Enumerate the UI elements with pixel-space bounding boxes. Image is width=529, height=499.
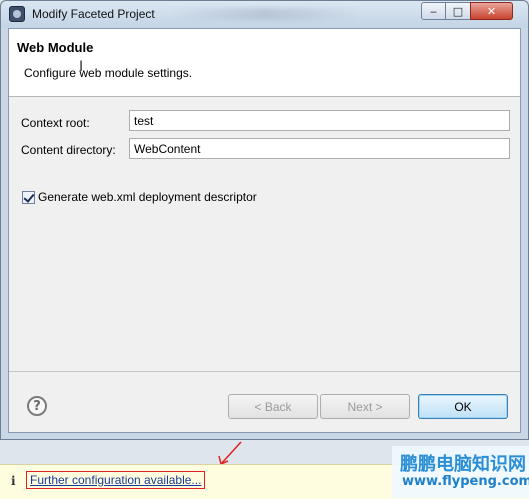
window-title: Modify Faceted Project xyxy=(32,7,155,21)
text-cursor-icon: I xyxy=(79,59,84,75)
back-button[interactable]: < Back xyxy=(228,394,318,419)
maximize-icon: □ xyxy=(452,4,464,18)
further-configuration-link[interactable]: Further configuration available... xyxy=(30,473,201,487)
site-watermark: 鹏鹏电脑知识网 www.flypeng.com xyxy=(392,446,529,498)
dialog-window: Modify Faceted Project ‒ □ ✕ Web Module … xyxy=(0,0,529,440)
ok-button[interactable]: OK xyxy=(418,394,508,419)
blurred-title-region xyxy=(171,8,361,20)
close-button[interactable]: ✕ xyxy=(470,2,513,20)
further-configuration-link-highlight[interactable]: Further configuration available... xyxy=(26,471,206,489)
page-banner: Web Module Configure web module settings… xyxy=(9,29,520,97)
button-bar-divider xyxy=(9,371,520,372)
maximize-button[interactable]: □ xyxy=(445,2,471,20)
context-root-label: Context root: xyxy=(21,116,90,130)
page-description: Configure web module settings. xyxy=(24,66,193,80)
minimize-button[interactable]: ‒ xyxy=(421,2,446,20)
generate-descriptor-option[interactable]: Generate web.xml deployment descriptor xyxy=(22,190,257,204)
minimize-icon: ‒ xyxy=(430,4,437,18)
generate-descriptor-checkbox[interactable] xyxy=(22,190,35,204)
page-title: Web Module xyxy=(17,40,94,55)
info-icon: i xyxy=(11,474,16,488)
generate-descriptor-label: Generate web.xml deployment descriptor xyxy=(38,190,257,204)
eclipse-app-icon xyxy=(9,6,25,22)
watermark-name: 鹏鹏电脑知识网 xyxy=(400,454,526,475)
context-root-input[interactable] xyxy=(129,110,510,131)
help-icon[interactable]: ? xyxy=(27,396,47,416)
dialog-client-area: Web Module Configure web module settings… xyxy=(8,28,521,433)
content-directory-label: Content directory: xyxy=(21,143,116,157)
next-button[interactable]: Next > xyxy=(320,394,410,419)
watermark-url: www.flypeng.com xyxy=(402,474,529,489)
close-icon: ✕ xyxy=(486,4,497,18)
title-bar[interactable]: Modify Faceted Project ‒ □ ✕ xyxy=(1,1,528,28)
content-directory-input[interactable] xyxy=(129,138,510,159)
